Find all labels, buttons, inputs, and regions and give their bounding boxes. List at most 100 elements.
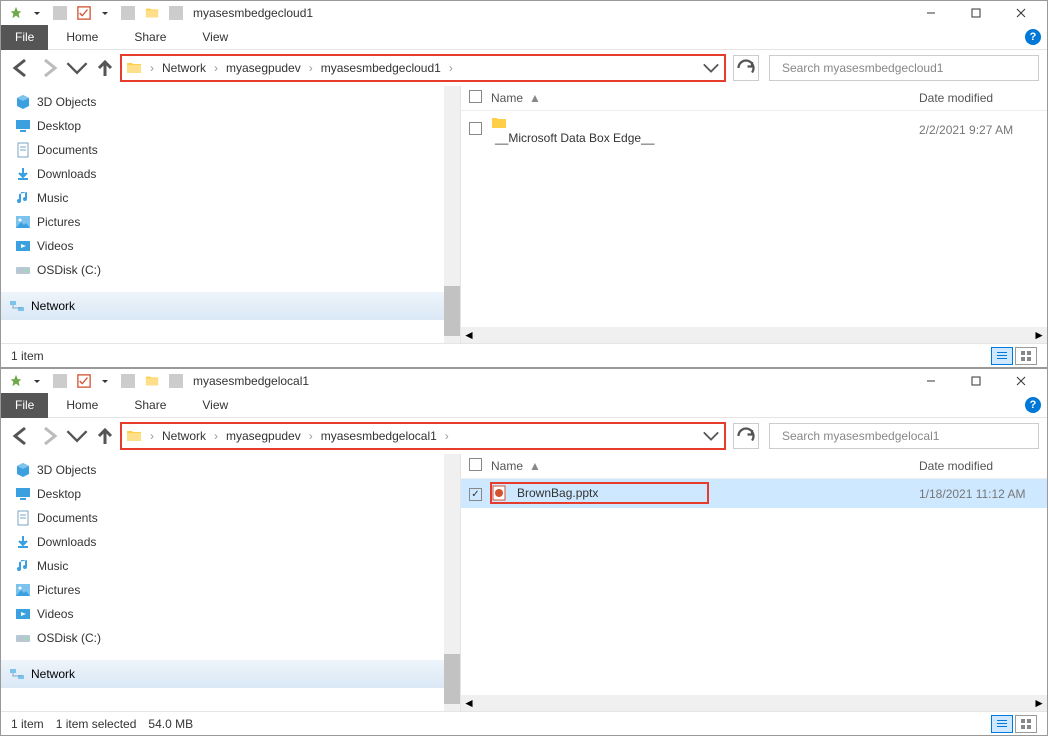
list-header: Name▲ Date modified (461, 454, 1047, 479)
column-header-date[interactable]: Date modified (919, 91, 1039, 105)
breadcrumb-segment[interactable]: myasegpudev (226, 61, 301, 75)
tree-item[interactable]: Desktop (9, 482, 452, 506)
address-bar[interactable]: › Network›myasegpudev›myasesmbedgecloud1… (121, 55, 725, 81)
status-item-count: 1 item (11, 717, 44, 731)
qat-pin-icon[interactable] (9, 374, 23, 388)
horizontal-scrollbar[interactable]: ◄► (461, 327, 1047, 343)
navigation-tree[interactable]: 3D ObjectsDesktop Documents Downloads Music… (1, 86, 461, 343)
tree-item[interactable]: Pictures (9, 578, 452, 602)
address-dropdown-icon[interactable] (702, 59, 720, 77)
tree-scrollbar[interactable] (444, 86, 460, 343)
qat-check-icon[interactable] (77, 6, 91, 20)
nav-recent-dropdown[interactable] (65, 424, 89, 448)
refresh-button[interactable] (733, 423, 759, 449)
close-button[interactable] (998, 1, 1043, 25)
row-checkbox[interactable] (469, 488, 482, 501)
tree-item[interactable]: Pictures (9, 210, 452, 234)
tree-item[interactable]: Documents (9, 138, 452, 162)
tree-item[interactable]: Downloads (9, 530, 452, 554)
tree-item-label: Documents (37, 511, 98, 525)
nav-back-button[interactable] (9, 424, 33, 448)
pic-icon (15, 582, 31, 598)
qat-dropdown-icon[interactable] (97, 6, 111, 20)
nav-forward-button[interactable] (37, 424, 61, 448)
column-header-name[interactable]: Name▲ (491, 459, 919, 473)
ribbon-tab-home[interactable]: Home (48, 25, 116, 50)
ribbon-tab-share[interactable]: Share (116, 25, 184, 50)
refresh-button[interactable] (733, 55, 759, 81)
nav-up-button[interactable] (93, 56, 117, 80)
view-icons-button[interactable] (1015, 715, 1037, 733)
view-details-button[interactable] (991, 347, 1013, 365)
tree-item[interactable]: OSDisk (C:) (9, 626, 452, 650)
tree-item-network[interactable]: Network (1, 292, 460, 320)
file-tab[interactable]: File (1, 25, 48, 50)
tree-item[interactable]: Videos (9, 602, 452, 626)
help-icon[interactable]: ? (1025, 397, 1041, 413)
tree-item-label: OSDisk (C:) (37, 631, 101, 645)
ribbon-tab-view[interactable]: View (184, 393, 246, 418)
navigation-tree[interactable]: 3D Objects Desktop Documents Downloads Music… (1, 454, 461, 711)
nav-up-button[interactable] (93, 424, 117, 448)
ribbon-tab-share[interactable]: Share (116, 393, 184, 418)
breadcrumb-segment[interactable]: myasesmbedgecloud1 (321, 61, 441, 75)
list-row[interactable]: __Microsoft Data Box Edge__ 2/2/2021 9:2… (461, 111, 1047, 149)
address-bar[interactable]: › Network›myasegpudev›myasesmbedgelocal1… (121, 423, 725, 449)
breadcrumb-segment[interactable]: myasegpudev (226, 429, 301, 443)
address-dropdown-icon[interactable] (702, 427, 720, 445)
breadcrumb-segment[interactable]: Network (162, 61, 206, 75)
nav-back-button[interactable] (9, 56, 33, 80)
tree-item[interactable]: Downloads (9, 162, 452, 186)
desktop-icon (15, 118, 31, 134)
minimize-button[interactable] (908, 1, 953, 25)
select-all-checkbox[interactable] (469, 458, 482, 471)
qat-dropdown-icon[interactable] (29, 374, 43, 388)
tree-item[interactable]: Music (9, 186, 452, 210)
row-checkbox[interactable] (469, 122, 482, 135)
tree-item[interactable]: Music (9, 554, 452, 578)
tree-item[interactable]: Documents (9, 506, 452, 530)
status-bar: 1 item 1 item selected 54.0 MB (1, 711, 1047, 735)
list-row[interactable]: BrownBag.pptx 1/18/2021 11:12 AM (461, 479, 1047, 508)
tree-item[interactable]: 3D Objects (9, 90, 452, 114)
folder-icon (491, 115, 507, 131)
qat-check-icon[interactable] (77, 374, 91, 388)
tree-item-label: Music (37, 191, 68, 205)
search-input[interactable]: Search myasesmbedgelocal1 (769, 423, 1039, 449)
tree-item-label: Desktop (37, 487, 81, 501)
ribbon-tab-view[interactable]: View (184, 25, 246, 50)
select-all-checkbox[interactable] (469, 90, 482, 103)
tree-item[interactable]: 3D Objects (9, 458, 452, 482)
ribbon-tab-home[interactable]: Home (48, 393, 116, 418)
tree-item[interactable]: Videos (9, 234, 452, 258)
tree-scrollbar[interactable] (444, 454, 460, 711)
view-icons-button[interactable] (1015, 347, 1037, 365)
breadcrumb-segment[interactable]: myasesmbedgelocal1 (321, 429, 437, 443)
breadcrumb-segment[interactable]: Network (162, 429, 206, 443)
close-button[interactable] (998, 369, 1043, 393)
window-title: myasesmbedgecloud1 (193, 6, 908, 20)
title-bar: myasesmbedgelocal1 (1, 369, 1047, 393)
horizontal-scrollbar[interactable]: ◄► (461, 695, 1047, 711)
qat-pin-icon[interactable] (9, 6, 23, 20)
maximize-button[interactable] (953, 1, 998, 25)
nav-recent-dropdown[interactable] (65, 56, 89, 80)
maximize-button[interactable] (953, 369, 998, 393)
tree-item-label: Videos (37, 607, 73, 621)
tree-item-label: Documents (37, 143, 98, 157)
help-icon[interactable]: ? (1025, 29, 1041, 45)
file-tab[interactable]: File (1, 393, 48, 418)
tree-item-network[interactable]: Network (1, 660, 460, 688)
tree-item[interactable]: OSDisk (C:) (9, 258, 452, 282)
minimize-button[interactable] (908, 369, 953, 393)
qat-dropdown-icon[interactable] (97, 374, 111, 388)
nav-forward-button[interactable] (37, 56, 61, 80)
column-header-date[interactable]: Date modified (919, 459, 1039, 473)
view-details-button[interactable] (991, 715, 1013, 733)
search-input[interactable]: Search myasesmbedgecloud1 (769, 55, 1039, 81)
column-header-name[interactable]: Name▲ (491, 91, 919, 105)
tree-item[interactable]: Desktop (9, 114, 452, 138)
list-header: Name▲ Date modified (461, 86, 1047, 111)
qat-dropdown-icon[interactable] (29, 6, 43, 20)
tree-item-label: Music (37, 559, 68, 573)
